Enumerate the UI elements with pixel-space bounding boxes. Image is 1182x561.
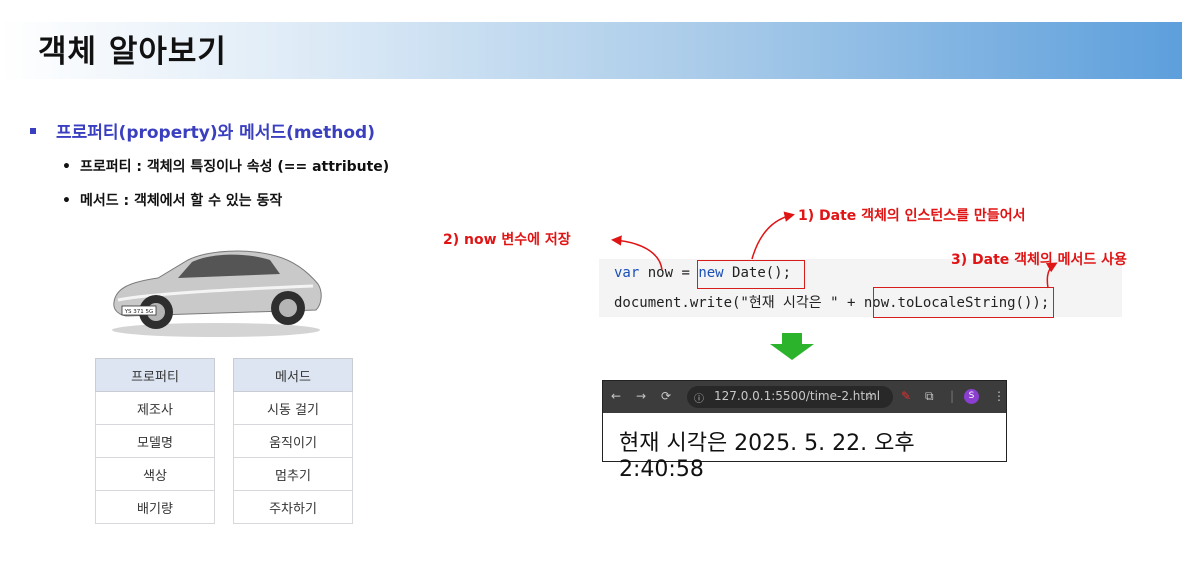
- menu-kebab-icon[interactable]: ⋮: [993, 389, 1005, 403]
- extension-icon[interactable]: ✎: [901, 389, 911, 403]
- arrow-1: [751, 211, 795, 260]
- arrow-3: [1045, 262, 1058, 289]
- extensions-puzzle-icon[interactable]: ⧉: [925, 389, 934, 404]
- arrow-2: [611, 235, 663, 271]
- down-arrow-icon: [770, 333, 814, 360]
- bookmark-star-icon[interactable]: ☆: [865, 389, 875, 402]
- back-icon[interactable]: ←: [611, 389, 621, 403]
- toolbar-divider: |: [950, 389, 955, 403]
- browser-window: ← → ⟳ ⓘ 127.0.0.1:5500/time-2.html ☆ ✎ ⧉…: [602, 380, 1007, 482]
- site-info-icon[interactable]: ⓘ: [694, 390, 704, 405]
- browser-toolbar: ← → ⟳ ⓘ 127.0.0.1:5500/time-2.html ☆ ✎ ⧉…: [603, 381, 1006, 413]
- address-url: 127.0.0.1:5500/time-2.html: [714, 389, 881, 403]
- reload-icon[interactable]: ⟳: [661, 389, 671, 403]
- browser-output: 현재 시각은 2025. 5. 22. 오후 2:40:58: [619, 431, 915, 482]
- profile-avatar[interactable]: S: [964, 389, 979, 404]
- forward-icon[interactable]: →: [636, 389, 646, 403]
